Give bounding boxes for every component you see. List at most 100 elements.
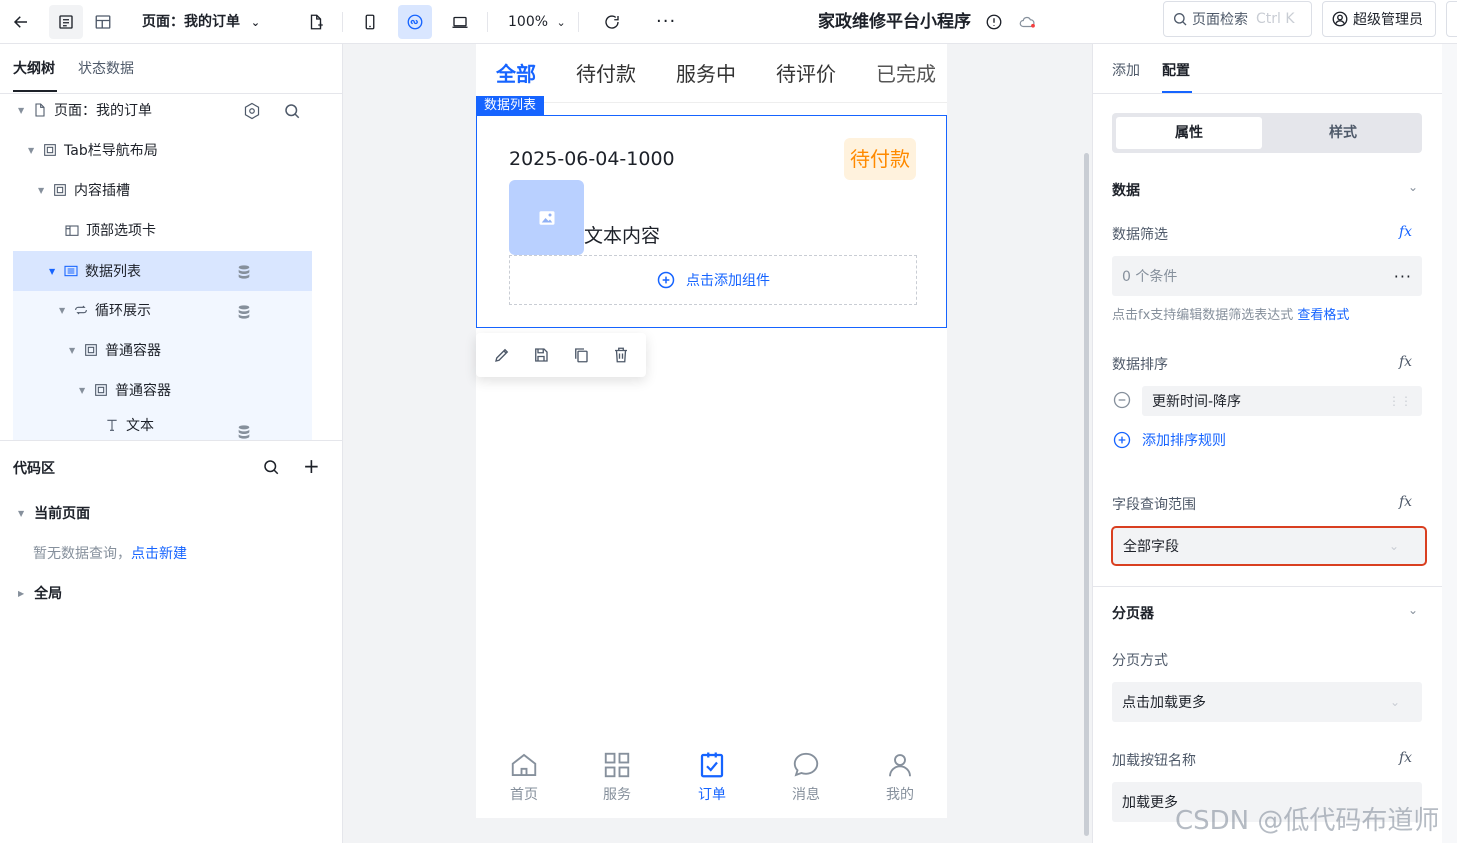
- right-scrollbar-track[interactable]: [1442, 44, 1457, 843]
- tabbar-item-mine[interactable]: 我的: [879, 750, 921, 804]
- remove-circle-icon[interactable]: [1112, 390, 1132, 414]
- tree-node-label: 循环展示: [95, 303, 151, 319]
- caret-down-icon: ▼: [18, 105, 25, 115]
- tree-node-tab-layout[interactable]: ▼ Tab栏导航布局: [28, 130, 158, 170]
- sort-label: 数据排序: [1112, 357, 1168, 373]
- segment-properties[interactable]: 属性: [1116, 117, 1262, 149]
- text-icon: [104, 417, 120, 433]
- grid-icon: [604, 752, 630, 778]
- more-icon[interactable]: ···: [656, 0, 676, 44]
- tab-config[interactable]: 配置: [1162, 60, 1190, 80]
- tree-node-page[interactable]: ▼ 页面：我的订单: [18, 90, 318, 130]
- more-icon[interactable]: ···: [1394, 267, 1412, 286]
- page-search-button[interactable]: 页面检索 Ctrl K: [1163, 1, 1312, 37]
- drag-handle-icon[interactable]: ⋮⋮: [1388, 394, 1412, 408]
- data-list-selection[interactable]: 2025-06-04-1000 待付款 文本内容 点击添加组件: [476, 115, 947, 328]
- back-arrow-icon[interactable]: [4, 5, 38, 39]
- sort-rule-field[interactable]: 更新时间-降序 ⋮⋮: [1142, 386, 1422, 416]
- user-menu-button[interactable]: 超级管理员: [1322, 1, 1436, 37]
- chevron-down-icon: ⌄: [1389, 695, 1400, 709]
- page-selector[interactable]: 页面：我的订单 ⌄: [142, 0, 260, 44]
- settings-icon[interactable]: [243, 102, 261, 120]
- chevron-down-icon: ⌄: [250, 16, 261, 29]
- section-data-title[interactable]: 数据: [1112, 180, 1140, 200]
- database-icon: [236, 304, 252, 324]
- right-panel: 添加 配置 属性 样式 数据 ⌄ 数据筛选 fx 0 个条件 ··· 点击fx支…: [1092, 44, 1442, 843]
- field-range-select[interactable]: 全部字段 ⌄: [1111, 526, 1427, 566]
- desktop-view-icon[interactable]: [443, 5, 477, 39]
- tree-node-top-tabs[interactable]: 顶部选项卡: [64, 210, 156, 250]
- page-outline-icon[interactable]: [49, 5, 83, 39]
- code-global[interactable]: ▶ 全局: [18, 583, 62, 603]
- pager-mode-select[interactable]: 点击加载更多 ⌄: [1112, 682, 1422, 722]
- layout-icon[interactable]: [86, 5, 120, 39]
- refresh-icon[interactable]: [595, 5, 629, 39]
- chevron-down-icon: ⌄: [1388, 539, 1399, 553]
- add-sort-rule-button[interactable]: 添加排序规则: [1112, 430, 1226, 450]
- tree-node-label: 普通容器: [105, 343, 161, 359]
- tabs-icon: [64, 222, 80, 238]
- zoom-selector[interactable]: 100% ⌄: [508, 0, 566, 44]
- canvas-scrollbar[interactable]: [1084, 153, 1089, 836]
- tree-node-loop[interactable]: ▼ 循环展示: [59, 290, 151, 330]
- container-icon: [83, 342, 99, 358]
- fx-icon[interactable]: fx: [1399, 354, 1412, 370]
- extra-button[interactable]: [1446, 1, 1457, 37]
- search-icon[interactable]: [262, 458, 280, 480]
- page-search-shortcut: Ctrl K: [1256, 11, 1295, 27]
- tab-all[interactable]: 全部: [496, 58, 536, 87]
- tabbar-item-home[interactable]: 首页: [503, 750, 545, 804]
- app-title: 家政维修平台小程序: [818, 12, 971, 32]
- tab-completed[interactable]: 已完成: [876, 58, 938, 87]
- code-current-page[interactable]: ▼ 当前页面: [18, 503, 90, 523]
- view-format-link[interactable]: 查看格式: [1297, 308, 1349, 323]
- fx-icon[interactable]: fx: [1399, 494, 1412, 510]
- pager-mode-value: 点击加载更多: [1122, 695, 1206, 711]
- container-icon: [52, 182, 68, 198]
- add-circle-icon: [1112, 430, 1132, 450]
- delete-icon[interactable]: [612, 346, 630, 368]
- filter-hint: 点击fx支持编辑数据筛选表达式 查看格式: [1112, 304, 1349, 323]
- tabbar-label: 我的: [886, 787, 914, 803]
- info-icon[interactable]: [977, 5, 1011, 39]
- code-empty-text: 暂无数据查询，: [33, 546, 131, 562]
- filter-field[interactable]: 0 个条件 ···: [1112, 256, 1422, 296]
- mobile-view-icon[interactable]: [353, 5, 387, 39]
- tree-node-container[interactable]: ▼ 普通容器: [69, 330, 161, 370]
- cloud-sync-icon[interactable]: [1010, 5, 1044, 39]
- new-page-icon[interactable]: [299, 5, 333, 39]
- order-text: 文本内容: [584, 225, 661, 247]
- section-pager-title[interactable]: 分页器: [1112, 603, 1154, 623]
- copy-icon[interactable]: [572, 346, 590, 368]
- segment-styles[interactable]: 样式: [1270, 117, 1416, 149]
- tabbar-item-orders[interactable]: 订单: [691, 750, 733, 804]
- code-current-page-label: 当前页面: [34, 506, 91, 522]
- add-icon[interactable]: +: [303, 456, 320, 476]
- tabbar-item-messages[interactable]: 消息: [785, 750, 827, 804]
- edit-icon[interactable]: [493, 346, 511, 368]
- create-query-link[interactable]: 点击新建: [131, 546, 187, 562]
- add-component-button[interactable]: 点击添加组件: [509, 255, 917, 305]
- tab-outline-tree[interactable]: 大纲树: [13, 44, 55, 94]
- tree-node-content-slot[interactable]: ▼ 内容插槽: [38, 170, 130, 210]
- tab-in-service[interactable]: 服务中: [676, 58, 736, 87]
- search-icon[interactable]: [283, 102, 301, 120]
- tabbar-label: 首页: [510, 787, 538, 803]
- fx-icon[interactable]: fx: [1399, 224, 1412, 240]
- tree-node-data-list[interactable]: ▼ 数据列表: [13, 251, 312, 291]
- tab-add[interactable]: 添加: [1112, 60, 1140, 80]
- tree-node-text[interactable]: 文本: [104, 410, 154, 440]
- tab-to-review[interactable]: 待评价: [776, 58, 836, 87]
- save-icon[interactable]: [532, 346, 550, 368]
- chevron-down-icon[interactable]: ⌄: [1408, 180, 1418, 194]
- caret-down-icon: ▼: [38, 185, 45, 195]
- tree-node-label: 数据列表: [85, 264, 141, 280]
- filter-label: 数据筛选: [1112, 227, 1168, 243]
- miniprogram-view-icon[interactable]: [398, 5, 432, 39]
- tree-node-container[interactable]: ▼ 普通容器: [79, 370, 171, 410]
- tabbar-item-services[interactable]: 服务: [596, 750, 638, 804]
- tab-pending-payment[interactable]: 待付款: [576, 58, 636, 87]
- fx-icon[interactable]: fx: [1399, 750, 1412, 766]
- chevron-down-icon[interactable]: ⌄: [1408, 603, 1418, 617]
- tab-state-data[interactable]: 状态数据: [78, 44, 134, 94]
